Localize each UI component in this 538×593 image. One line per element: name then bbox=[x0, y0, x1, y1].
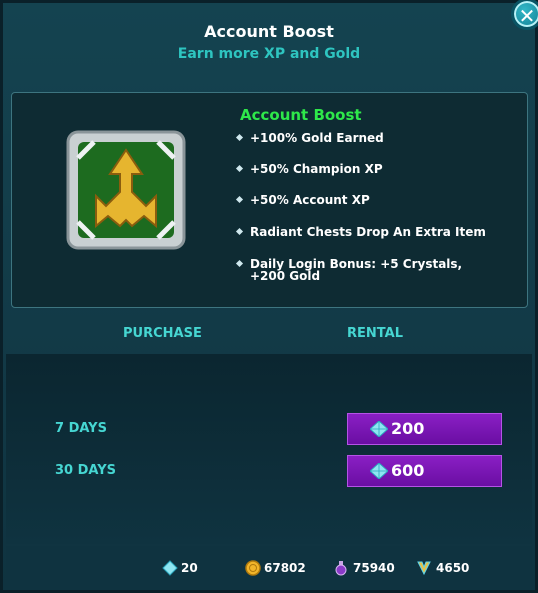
dialog-subtitle: Earn more XP and Gold bbox=[177, 46, 361, 62]
tab-purchase[interactable]: PURCHASE bbox=[123, 326, 202, 341]
perk-item: +50% Champion XP bbox=[235, 163, 490, 175]
buy-7-days-button[interactable]: 200 bbox=[347, 413, 502, 445]
close-button[interactable]: ✕ bbox=[511, 0, 538, 30]
price-value: 200 bbox=[391, 419, 425, 438]
crystal-icon bbox=[370, 463, 388, 479]
trident-arrow-icon bbox=[66, 130, 186, 250]
crystal-icon bbox=[370, 421, 388, 437]
buy-30-days-button[interactable]: 600 bbox=[347, 455, 502, 487]
crystal-count: 20 bbox=[181, 561, 198, 575]
essence-potion-icon bbox=[335, 561, 347, 576]
crystal-icon bbox=[162, 560, 178, 576]
radiant-essence-count: 4650 bbox=[436, 561, 470, 575]
perk-item: +100% Gold Earned bbox=[235, 132, 490, 144]
boost-name: Account Boost bbox=[240, 106, 362, 124]
gold-count: 67802 bbox=[264, 561, 306, 575]
price-options-area bbox=[6, 354, 532, 544]
perk-item: Radiant Chests Drop An Extra Item bbox=[235, 226, 490, 238]
radiant-essence-icon bbox=[417, 561, 431, 576]
close-icon: ✕ bbox=[518, 4, 536, 28]
essence-count: 75940 bbox=[353, 561, 395, 575]
option-days-label: 7 DAYS bbox=[55, 421, 107, 436]
dialog-title: Account Boost bbox=[204, 22, 334, 41]
perk-item: +50% Account XP bbox=[235, 194, 490, 206]
tab-rental[interactable]: RENTAL bbox=[347, 326, 403, 341]
perk-item: Daily Login Bonus: +5 Crystals, +200 Gol… bbox=[235, 258, 490, 282]
price-value: 600 bbox=[391, 461, 425, 480]
gold-coin-icon bbox=[245, 560, 261, 576]
option-days-label: 30 DAYS bbox=[55, 463, 117, 478]
